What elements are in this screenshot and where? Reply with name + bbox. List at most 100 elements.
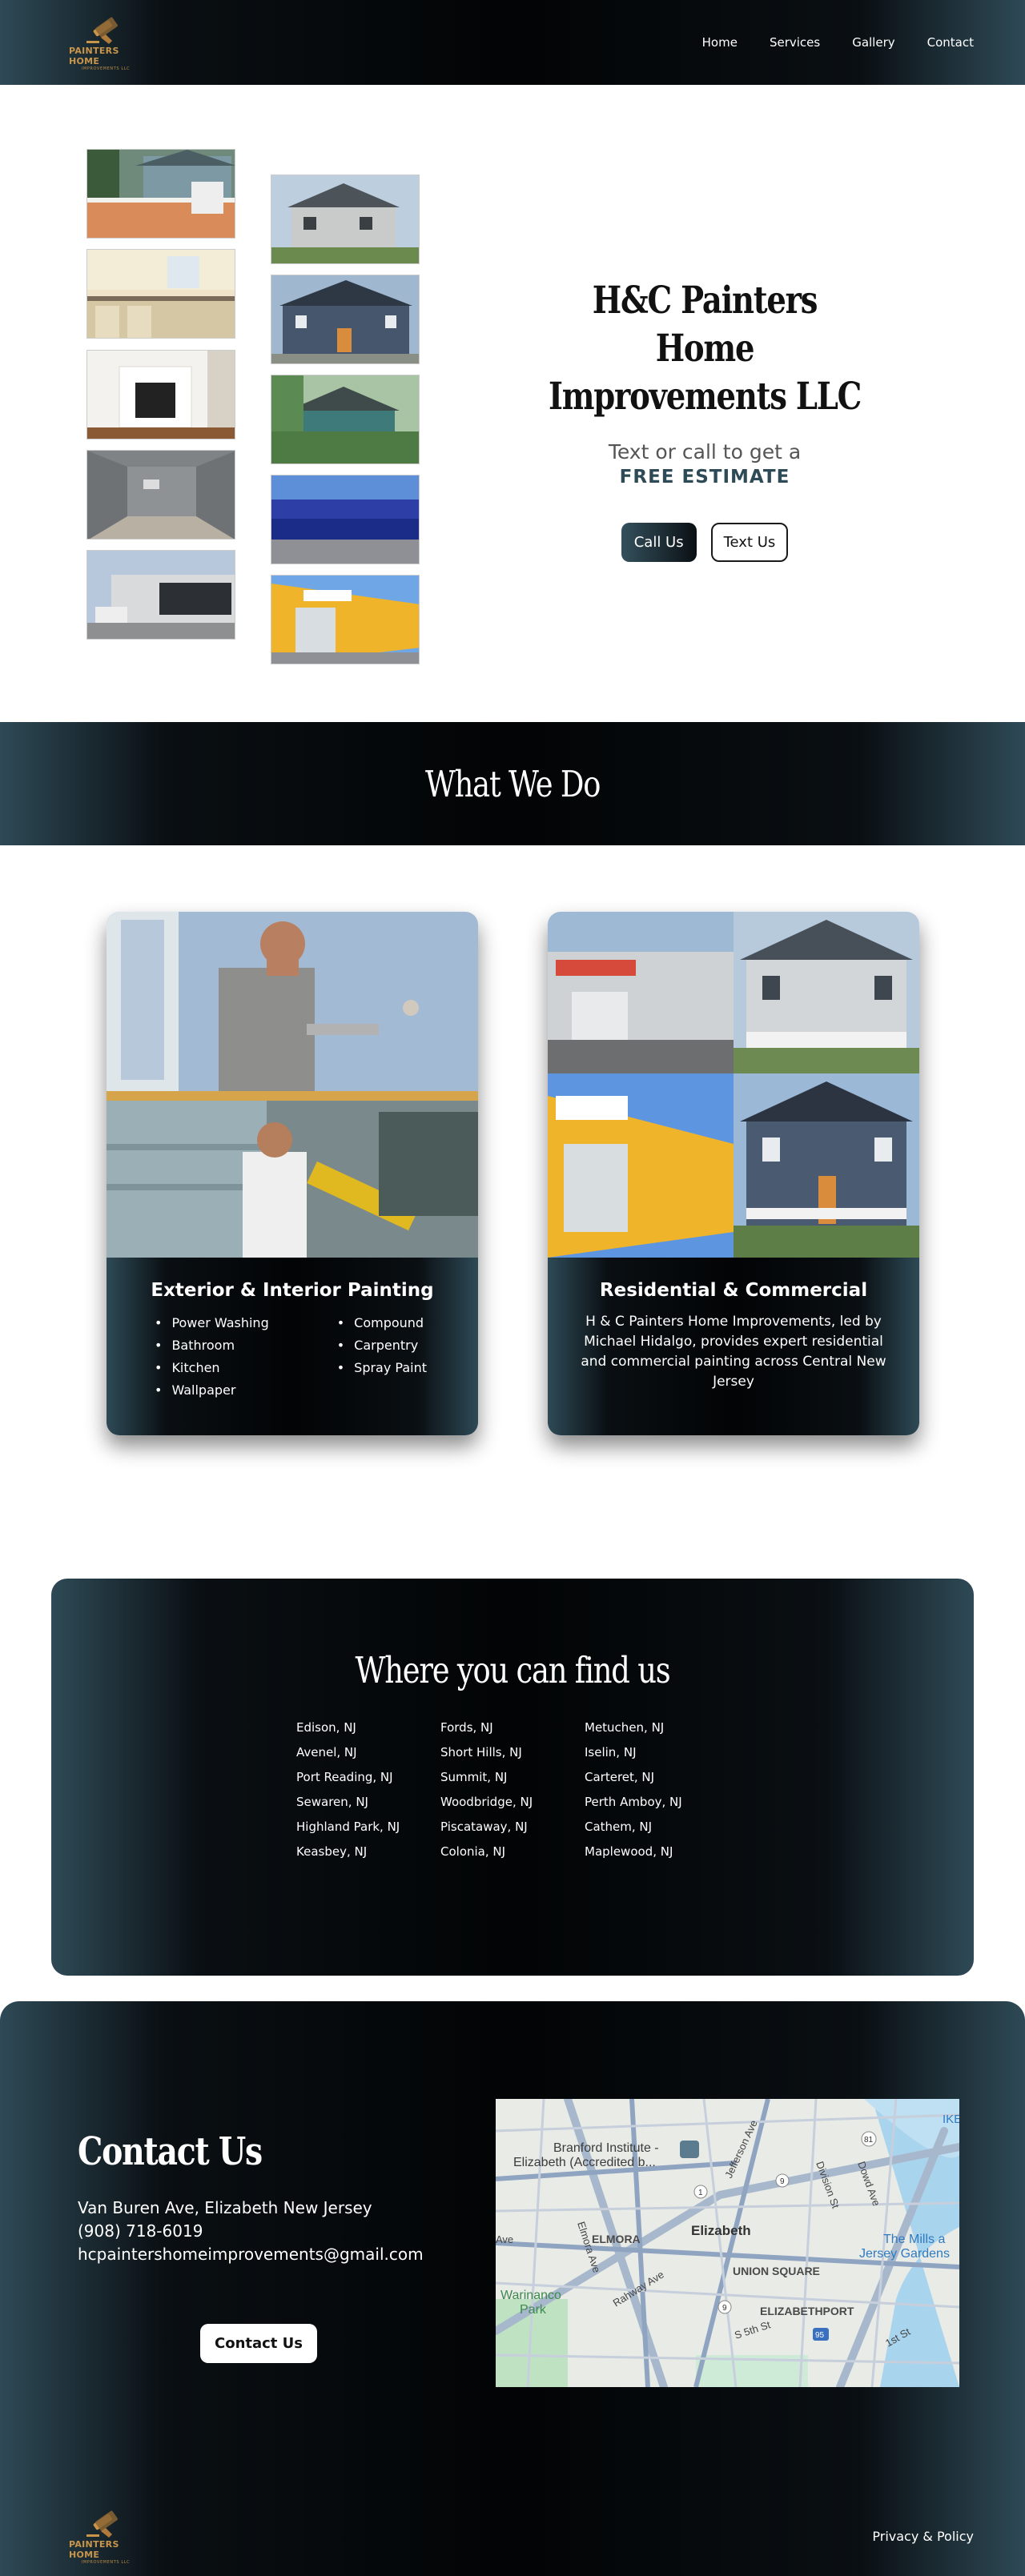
map-route-81: 81 [864,2136,874,2145]
painting-services-list-left: Power Washing Bathroom Kitchen Wallpaper [155,1312,269,1402]
map-label-jersey-gardens: Jersey Gardens [859,2247,950,2261]
paint-roller-logo-icon [86,17,118,44]
location-item: Cathem, NJ [585,1820,653,1834]
gallery-photo-commercial-building[interactable] [86,550,235,640]
map-label-ave: Ave [496,2233,513,2245]
location-item: Port Reading, NJ [296,1770,393,1784]
service-item: Carpentry [337,1334,427,1357]
logo-subtext: IMPROVEMENTS LLC [81,66,131,71]
painting-card-title: Exterior & Interior Painting [151,1280,434,1301]
service-item: Wallpaper [155,1379,269,1402]
location-item: Avenel, NJ [296,1745,357,1759]
painting-card-image [107,912,478,1258]
service-item: Power Washing [155,1312,268,1334]
location-item: Maplewood, NJ [585,1844,673,1859]
nav-gallery[interactable]: Gallery [852,35,894,50]
gallery-photo-kitchen[interactable] [86,249,235,339]
logo[interactable]: PAINTERS HOME IMPROVEMENTS LLC [69,14,143,71]
residential-card-body: Residential & Commercial H & C Painters … [548,1258,919,1435]
footer-logo-subtext: IMPROVEMENTS LLC [81,2560,131,2565]
map-label-warinanco: Warinanco [500,2289,561,2302]
location-item: Metuchen, NJ [585,1720,665,1735]
gallery-photo-blue-storefront[interactable] [271,475,420,564]
gallery-photo-basement[interactable] [86,450,235,540]
gallery-photo-teal-house[interactable] [271,375,420,464]
site-footer: PAINTERS HOME IMPROVEMENTS LLC Privacy &… [0,2496,1025,2576]
map-label-mills: The Mills a [883,2233,945,2246]
contact-email[interactable]: hcpaintershomeimprovements@gmail.com [78,2243,424,2266]
location-item: Carteret, NJ [585,1770,655,1784]
service-item: Bathroom [155,1334,269,1357]
contact-heading: Contact Us [78,2129,263,2174]
hero-buttons: Call Us Text Us [496,523,913,562]
location-item: Piscataway, NJ [440,1820,528,1834]
hero-section: H&C Painters Home Improvements LLC Text … [0,85,1025,722]
location-item: Summit, NJ [440,1770,508,1784]
nav-home[interactable]: Home [702,35,738,50]
location-item: Fords, NJ [440,1720,493,1735]
gallery-photo-gray-house[interactable] [271,175,420,264]
service-item: Kitchen [155,1357,269,1379]
location-item: Short Hills, NJ [440,1745,522,1759]
gallery-photo-yellow-storefront[interactable] [271,575,420,664]
map-label-branford-2: Elizabeth (Accredited b... [513,2156,656,2169]
contact-address: Van Buren Ave, Elizabeth New Jersey [78,2198,372,2217]
locations-column-3: Metuchen, NJ Iselin, NJ Carteret, NJ Per… [585,1715,729,1864]
location-map[interactable]: Branford Institute - Elizabeth (Accredit… [496,2099,959,2387]
call-us-button[interactable]: Call Us [621,523,697,562]
service-item: Spray Paint [337,1357,427,1379]
contact-phone[interactable]: (908) 718-6019 [78,2220,424,2243]
residential-card-image [548,912,919,1258]
gallery-photo-blue-colonial[interactable] [271,275,420,364]
service-card-residential-commercial: Residential & Commercial H & C Painters … [548,912,919,1435]
text-us-button[interactable]: Text Us [710,523,789,562]
site-header: PAINTERS HOME IMPROVEMENTS LLC Home Serv… [0,0,1025,85]
hero-title: H&C Painters Home Improvements LLC [534,277,875,421]
main-nav: Home Services Gallery Contact [702,35,974,50]
paint-roller-logo-icon [86,2510,118,2538]
contact-us-button[interactable]: Contact Us [200,2324,318,2363]
locations-section: Where you can find us Edison, NJ Avenel,… [0,1529,1025,2001]
nav-services[interactable]: Services [770,35,820,50]
map-route-95: 95 [815,2331,825,2340]
map-label-elizabeth: Elizabeth [691,2223,751,2238]
location-item: Perth Amboy, NJ [585,1795,682,1809]
locations-columns: Edison, NJ Avenel, NJ Port Reading, NJ S… [51,1715,974,1864]
hero-title-line2: Home Improvements LLC [548,327,862,419]
hero-free-estimate: FREE ESTIMATE [619,467,790,488]
what-we-do-band: What We Do [0,722,1025,845]
location-item: Keasbey, NJ [296,1844,368,1859]
residential-card-description: H & C Painters Home Improvements, led by… [581,1314,886,1390]
hero-subtitle: Text or call to get a [608,440,802,463]
service-item: Compound [337,1312,427,1334]
gallery-photo-fireplace[interactable] [86,350,235,439]
location-item: Edison, NJ [296,1720,356,1735]
locations-column-1: Edison, NJ Avenel, NJ Port Reading, NJ S… [296,1715,440,1864]
residential-card-title: Residential & Commercial [599,1280,868,1301]
map-label-branford: Branford Institute - [553,2141,659,2155]
hero-text-block: H&C Painters Home Improvements LLC Text … [496,277,913,562]
contact-details: Van Buren Ave, Elizabeth New Jersey (908… [78,2197,424,2266]
what-we-do-heading: What We Do [424,762,601,805]
location-item: Highland Park, NJ [296,1820,400,1834]
services-section: Exterior & Interior Painting Power Washi… [0,845,1025,1529]
privacy-policy-link[interactable]: Privacy & Policy [872,2529,974,2544]
location-item: Colonia, NJ [440,1844,506,1859]
map-route-1: 1 [698,2189,703,2197]
hero-title-line1: H&C Painters [592,279,818,323]
footer-logo[interactable]: PAINTERS HOME IMPROVEMENTS LLC [69,2507,143,2565]
locations-panel: Where you can find us Edison, NJ Avenel,… [51,1579,974,1976]
painting-card-body: Exterior & Interior Painting Power Washi… [107,1258,478,1435]
map-route-9: 9 [780,2177,785,2186]
map-label-elmora: ELMORA [592,2233,641,2245]
map-route-9-south: 9 [722,2304,727,2313]
map-label-park: Park [520,2303,547,2317]
gallery-photo-deck-house[interactable] [86,149,235,239]
footer-logo-text: PAINTERS HOME [69,2539,119,2560]
logo-text: PAINTERS HOME [69,46,119,66]
location-item: Woodbridge, NJ [440,1795,533,1809]
nav-contact[interactable]: Contact [927,35,974,50]
map-label-elizabethport: ELIZABETHPORT [760,2305,854,2317]
location-item: Sewaren, NJ [296,1795,368,1809]
painting-services-lists: Power Washing Bathroom Kitchen Wallpaper… [131,1312,454,1402]
